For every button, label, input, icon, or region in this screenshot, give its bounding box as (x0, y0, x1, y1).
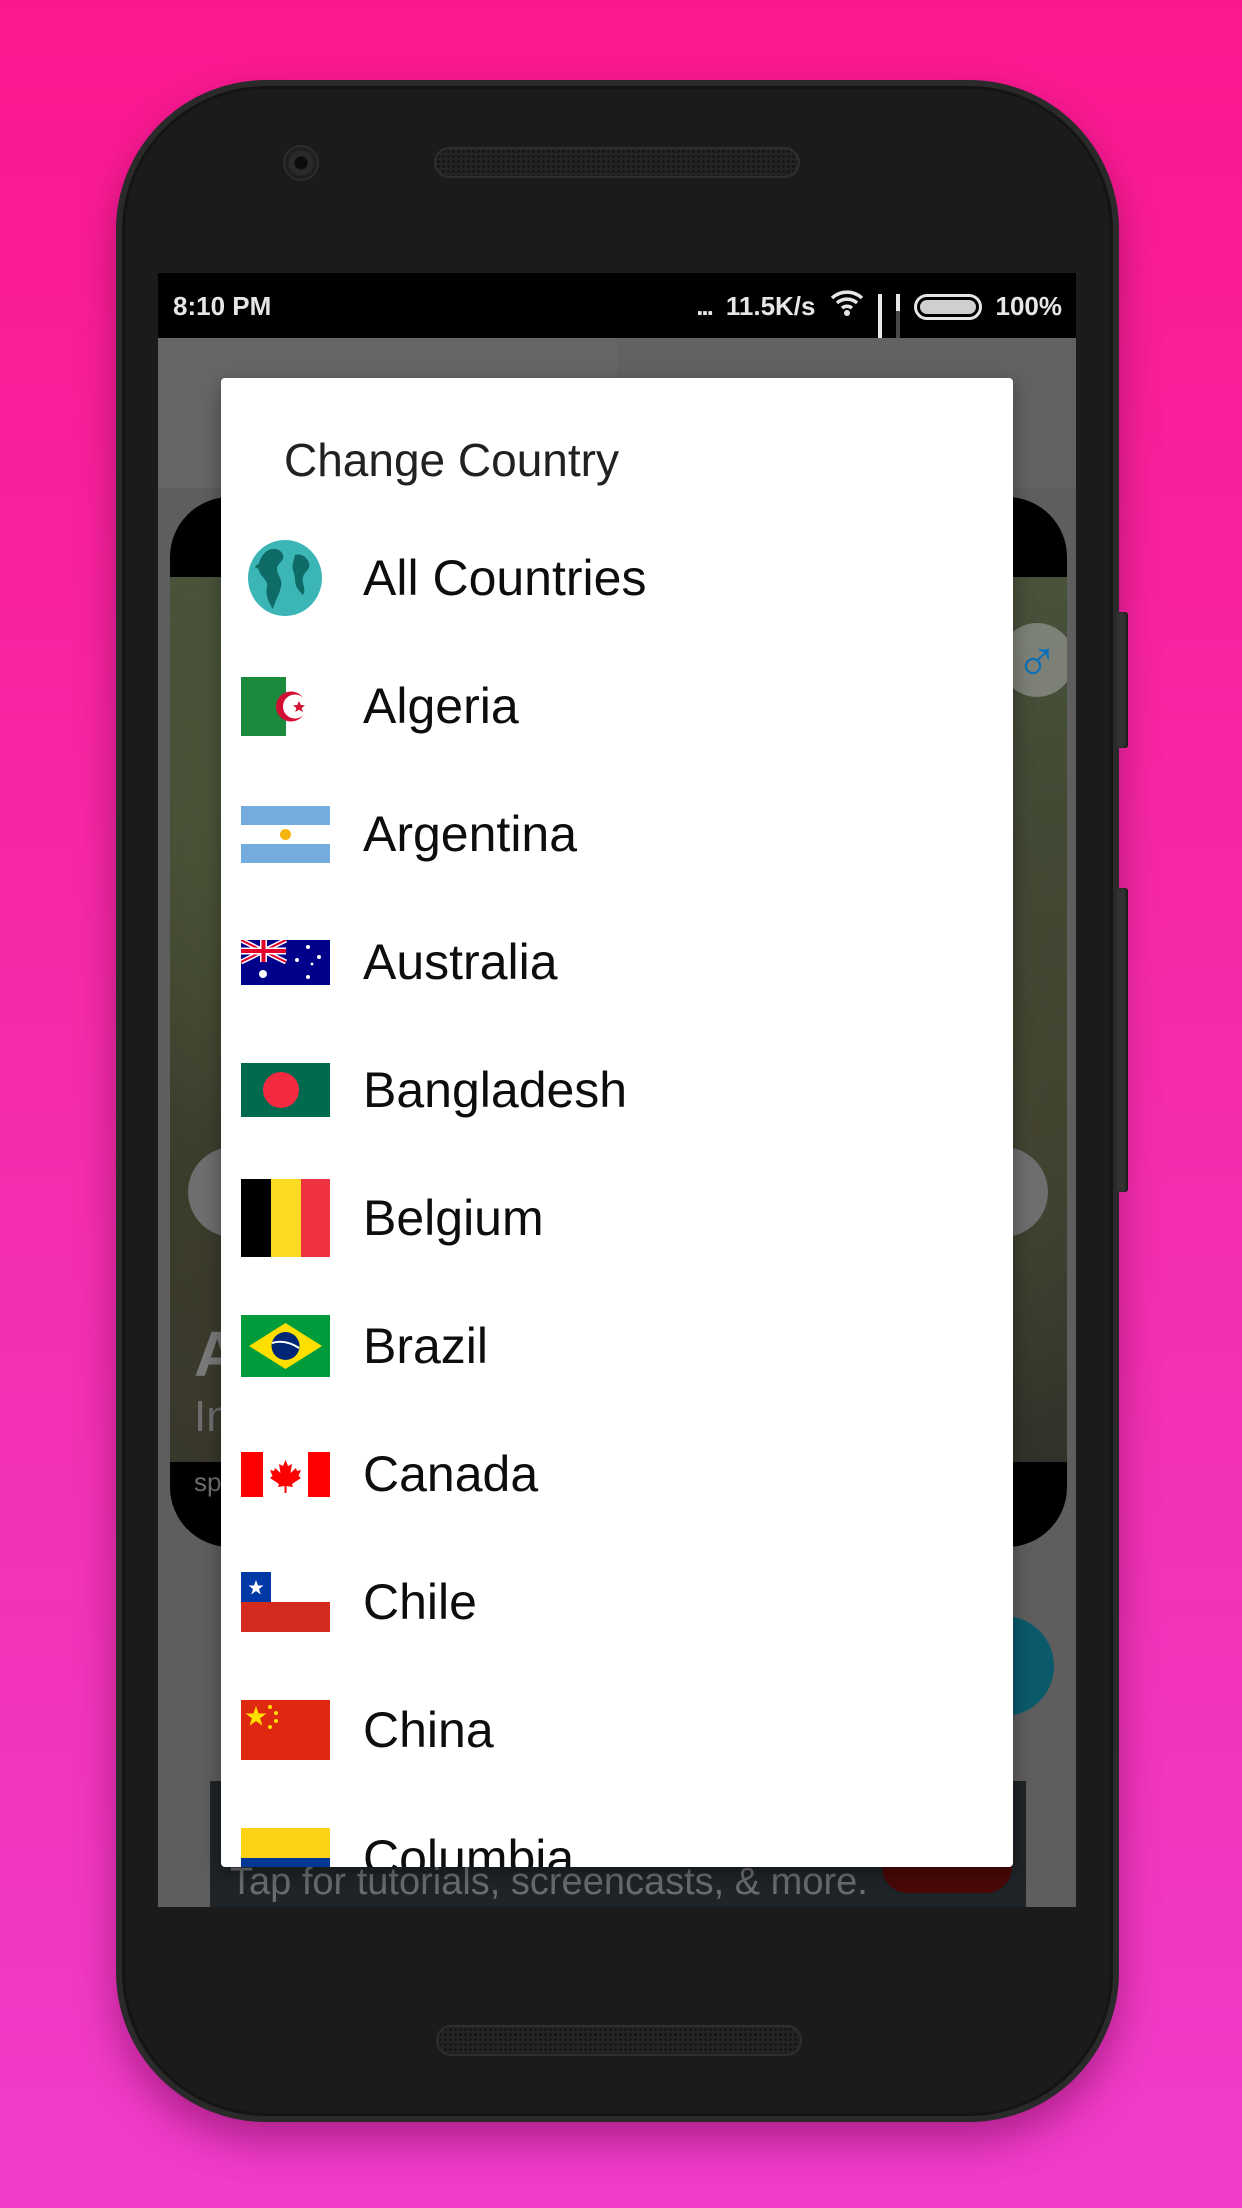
power-button (1117, 612, 1128, 748)
volume-button (1117, 888, 1128, 1192)
country-label: Argentina (363, 806, 578, 862)
country-label: All Countries (363, 550, 647, 606)
country-item-algeria[interactable]: Algeria (221, 642, 1013, 770)
country-label: Belgium (363, 1190, 544, 1246)
country-item-bangladesh[interactable]: Bangladesh (221, 1026, 1013, 1154)
flag-canada-icon (241, 1451, 330, 1497)
flag-algeria-icon (241, 676, 330, 736)
country-label: Canada (363, 1446, 539, 1502)
country-item-columbia[interactable]: Columbia (221, 1794, 1013, 1867)
flag-chile-icon (241, 1572, 330, 1632)
flag-brazil-icon (241, 1315, 330, 1377)
country-item-brazil[interactable]: Brazil (221, 1282, 1013, 1410)
flag-colombia-icon (241, 1828, 330, 1867)
country-label: China (363, 1702, 494, 1758)
status-bar: 8:10 PM ... 11.5K/s 100% (158, 273, 1076, 374)
flag-argentina-icon (241, 805, 330, 863)
country-label: Brazil (363, 1318, 489, 1374)
signal-strong-icon (877, 293, 882, 374)
change-country-dialog: Change Country All Countries Algeria Arg… (221, 378, 1013, 1867)
country-item-belgium[interactable]: Belgium (221, 1154, 1013, 1282)
flag-china-icon (241, 1700, 330, 1760)
dialog-title: Change Country (284, 434, 619, 486)
country-item-china[interactable]: China (221, 1666, 1013, 1794)
more-notifications-icon: ... (696, 291, 714, 321)
country-label: Algeria (363, 678, 519, 734)
country-item-chile[interactable]: Chile (221, 1538, 1013, 1666)
country-label: Bangladesh (363, 1062, 628, 1118)
battery-percent: 100% (995, 291, 1063, 321)
globe-icon (248, 540, 322, 616)
flag-belgium-icon (241, 1179, 330, 1257)
country-item-all-countries[interactable]: All Countries (221, 514, 1013, 642)
country-item-canada[interactable]: Canada (221, 1410, 1013, 1538)
bottom-speaker (436, 2025, 802, 2056)
flag-bangladesh-icon (241, 1063, 330, 1117)
country-label: Columbia (363, 1830, 575, 1867)
network-speed: 11.5K/s (725, 291, 816, 321)
flag-australia-icon (241, 939, 330, 985)
status-icons: ... 11.5K/s 100% (696, 289, 1063, 374)
battery-full-icon (913, 293, 982, 320)
country-label: Australia (363, 934, 558, 990)
status-time: 8:10 PM (173, 291, 272, 321)
earpiece-speaker (434, 147, 800, 178)
country-label: Chile (363, 1574, 477, 1630)
front-camera (283, 145, 319, 181)
wifi-icon (830, 289, 864, 324)
country-item-argentina[interactable]: Argentina (221, 770, 1013, 898)
signal-weak-icon (895, 293, 900, 374)
country-item-australia[interactable]: Australia (221, 898, 1013, 1026)
